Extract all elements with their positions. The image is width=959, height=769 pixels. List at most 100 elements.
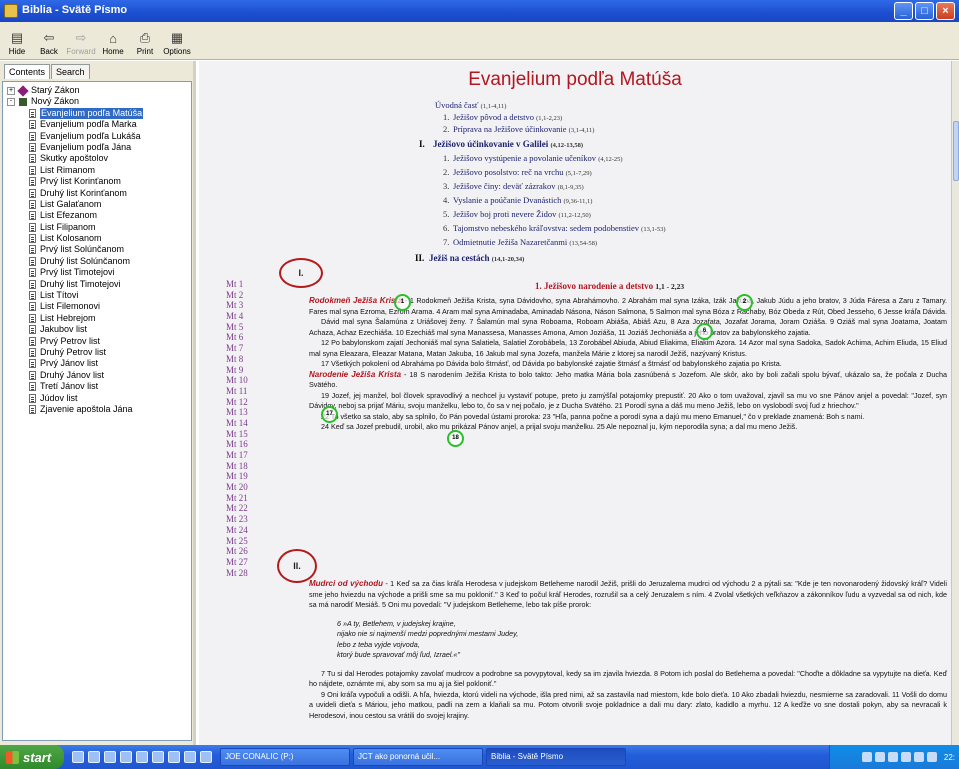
tree-book-item[interactable]: Jakubov list: [3, 324, 191, 335]
chapter-link[interactable]: Mt 9: [226, 365, 248, 376]
chapter-link[interactable]: Mt 3: [226, 300, 248, 311]
quick-launch-icon[interactable]: [152, 751, 164, 763]
expand-icon[interactable]: +: [7, 87, 15, 95]
tree-book-item[interactable]: Druhý list Korinťanom: [3, 188, 191, 199]
quick-launch-icon[interactable]: [88, 751, 100, 763]
tree-book-item[interactable]: Prvý Petrov list: [3, 336, 191, 347]
quick-launch-icon[interactable]: [200, 751, 212, 763]
tree-testament-node[interactable]: - Nový Zákon: [3, 96, 191, 107]
tree-book-item[interactable]: Evanjelium podľa Jána: [3, 142, 191, 153]
tree-book-item[interactable]: Druhý Jánov list: [3, 370, 191, 381]
tree-book-item[interactable]: Júdov list: [3, 393, 191, 404]
page-icon: [29, 120, 36, 130]
chapter-link[interactable]: Mt 26: [226, 546, 248, 557]
tree-book-item[interactable]: List Galaťanom: [3, 199, 191, 210]
tree-book-item[interactable]: Zjavenie apoštola Jána: [3, 404, 191, 415]
tray-icon[interactable]: [900, 752, 911, 762]
tree-book-item[interactable]: List Hebrejom: [3, 313, 191, 324]
taskbar-window-button[interactable]: JOE CONALIC (P:): [220, 748, 350, 766]
tray-icon[interactable]: [874, 752, 885, 762]
quick-launch-icon[interactable]: [120, 751, 132, 763]
tab-contents[interactable]: Contents: [4, 64, 51, 79]
chapter-link[interactable]: Mt 2: [226, 290, 248, 301]
chapter-link[interactable]: Mt 28: [226, 568, 248, 579]
tree-item-label: Druhý list Timotejovi: [40, 278, 121, 289]
close-button[interactable]: ×: [936, 2, 955, 20]
chapter-link[interactable]: Mt 11: [226, 386, 248, 397]
page-icon: [29, 142, 36, 152]
start-button[interactable]: start: [0, 745, 64, 769]
chapter-link[interactable]: Mt 1: [226, 279, 248, 290]
tree-book-item[interactable]: Tretí Jánov list: [3, 381, 191, 392]
chapter-link[interactable]: Mt 14: [226, 418, 248, 429]
print-button[interactable]: ⎙ Print: [130, 22, 160, 58]
tree-book-item[interactable]: List Títovi: [3, 290, 191, 301]
chapter-link[interactable]: Mt 18: [226, 461, 248, 472]
chapter-link[interactable]: Mt 7: [226, 343, 248, 354]
tree-book-item[interactable]: List Efezanom: [3, 210, 191, 221]
toc-intro[interactable]: Úvodná časť (1,1-4,11): [435, 100, 506, 110]
tray-icon[interactable]: [913, 752, 924, 762]
tree-book-item[interactable]: Evanjelium podľa Lukáša: [3, 131, 191, 142]
chapter-link[interactable]: Mt 12: [226, 397, 248, 408]
scrollbar-thumb[interactable]: [953, 121, 959, 181]
taskbar-window-button[interactable]: Biblia - Svätě Písmo: [486, 748, 626, 766]
chapter-link[interactable]: Mt 25: [226, 536, 248, 547]
chapter-link[interactable]: Mt 13: [226, 407, 248, 418]
chapter-link[interactable]: Mt 16: [226, 439, 248, 450]
chapter-link[interactable]: Mt 8: [226, 354, 248, 365]
chapter-link[interactable]: Mt 5: [226, 322, 248, 333]
tree-book-item[interactable]: Prvý list Solúnčanom: [3, 244, 191, 255]
chapter-link[interactable]: Mt 17: [226, 450, 248, 461]
chapter-link[interactable]: Mt 22: [226, 503, 248, 514]
chapter-link[interactable]: Mt 23: [226, 514, 248, 525]
chapter-link[interactable]: Mt 20: [226, 482, 248, 493]
options-button[interactable]: ▦ Options: [162, 22, 192, 58]
chapter-link[interactable]: Mt 27: [226, 557, 248, 568]
home-button[interactable]: ⌂ Home: [98, 22, 128, 58]
chapter-link[interactable]: Mt 21: [226, 493, 248, 504]
tree-book-item[interactable]: Druhý list Timotejovi: [3, 279, 191, 290]
contents-tree[interactable]: + Starý Zákon - Nový Zákon Evanjelium podľa …: [2, 81, 192, 741]
chapter-link[interactable]: Mt 15: [226, 429, 248, 440]
tree-book-item[interactable]: Evanjelium podľa Marka: [3, 119, 191, 130]
collapse-icon[interactable]: -: [7, 98, 15, 107]
page-icon: [29, 199, 36, 209]
quick-launch-icon[interactable]: [168, 751, 180, 763]
tree-book-item[interactable]: Skutky apoštolov: [3, 153, 191, 164]
minimize-button[interactable]: _: [894, 2, 913, 20]
tree-book-item[interactable]: List Kolosanom: [3, 233, 191, 244]
chapter-link[interactable]: Mt 4: [226, 311, 248, 322]
chapter-link[interactable]: Mt 24: [226, 525, 248, 536]
tree-book-item[interactable]: Druhý Petrov list: [3, 347, 191, 358]
tree-book-item[interactable]: Evanjelium podľa Matúša: [3, 107, 191, 120]
tree-book-item[interactable]: List Rimanom: [3, 165, 191, 176]
tree-book-item[interactable]: Prvý Jánov list: [3, 358, 191, 369]
hide-button[interactable]: ▤ Hide: [2, 22, 32, 58]
tree-book-item[interactable]: Prvý list Timotejovi: [3, 267, 191, 278]
back-button[interactable]: ⇦ Back: [34, 22, 64, 58]
window-titlebar[interactable]: Biblia - Svätě Písmo _ □ ×: [0, 0, 959, 22]
tree-testament-node[interactable]: + Starý Zákon: [3, 85, 191, 97]
chapter-link[interactable]: Mt 6: [226, 332, 248, 343]
content-vertical-scrollbar[interactable]: [951, 61, 959, 745]
maximize-button[interactable]: □: [915, 2, 934, 20]
tree-book-item[interactable]: List Filemonovi: [3, 301, 191, 312]
tray-icon[interactable]: [887, 752, 898, 762]
taskbar-window-button[interactable]: JCT ako ponorná učil...: [353, 748, 483, 766]
forward-button[interactable]: ⇨ Forward: [66, 22, 96, 58]
quick-launch-icon[interactable]: [136, 751, 148, 763]
quick-launch-icon[interactable]: [72, 751, 84, 763]
tray-icon[interactable]: [926, 752, 937, 762]
chapter-link[interactable]: Mt 19: [226, 471, 248, 482]
tray-icon[interactable]: [861, 752, 872, 762]
tree-book-item[interactable]: Prvý list Korinťanom: [3, 176, 191, 187]
bible-content-pane[interactable]: Evanjelium podľa Matúša Úvodná časť (1,1…: [199, 61, 951, 745]
chapter-link[interactable]: Mt 10: [226, 375, 248, 386]
tree-book-item[interactable]: List Filipanom: [3, 222, 191, 233]
tree-book-item[interactable]: Druhý list Solúnčanom: [3, 256, 191, 267]
tab-search[interactable]: Search: [51, 64, 90, 79]
quick-launch-icon[interactable]: [104, 751, 116, 763]
tree-item-label: Prvý list Korinťanom: [40, 176, 121, 187]
quick-launch-icon[interactable]: [184, 751, 196, 763]
